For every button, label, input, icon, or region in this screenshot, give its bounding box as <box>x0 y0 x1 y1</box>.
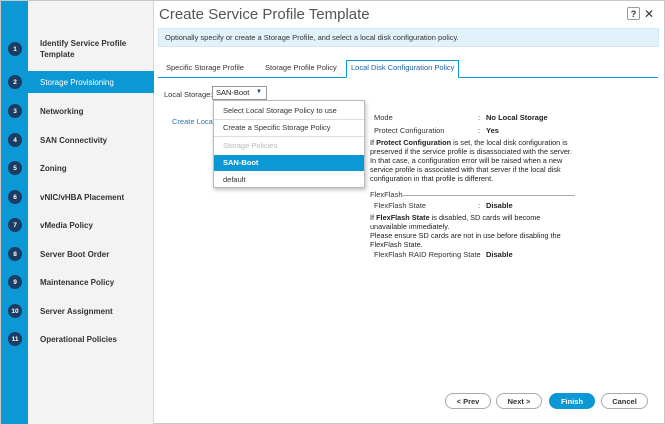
sidebar-accent-strip <box>1 1 28 424</box>
step-vmedia-policy[interactable]: 7 vMedia Policy <box>1 214 154 236</box>
next-button[interactable]: Next > <box>496 393 542 409</box>
flexflash-state-label: FlexFlash State <box>374 201 427 210</box>
mode-value: No Local Storage <box>486 113 548 122</box>
step-number-badge: 5 <box>8 161 22 175</box>
close-icon[interactable]: ✕ <box>644 8 654 20</box>
dropdown-item-san-boot[interactable]: SAN-Boot <box>214 155 364 171</box>
step-number-badge: 8 <box>8 247 22 261</box>
local-storage-label: Local Storage: <box>164 90 213 99</box>
page-title: Create Service Profile Template <box>159 6 370 23</box>
step-maintenance-policy[interactable]: 9 Maintenance Policy <box>1 271 154 293</box>
step-label: Maintenance Policy <box>40 277 115 287</box>
step-operational-policies[interactable]: 11 Operational Policies <box>1 328 154 350</box>
dropdown-item-create-specific-storage-policy[interactable]: Create a Specific Storage Policy <box>214 120 364 136</box>
local-storage-select[interactable]: SAN-Boot ▼ <box>212 86 267 100</box>
step-label: Networking <box>40 106 84 116</box>
flexflash-raid-reporting-state-separator: : <box>478 250 481 259</box>
flexflash-raid-reporting-state-label: FlexFlash RAID Reporting State <box>374 250 481 259</box>
step-number-badge: 3 <box>8 104 22 118</box>
step-label: Storage Provisioning <box>40 77 114 87</box>
section-divider <box>401 195 575 196</box>
step-label: Server Boot Order <box>40 249 110 259</box>
prev-button[interactable]: < Prev <box>445 393 491 409</box>
mode-separator: : <box>478 113 481 122</box>
flexflash-state-note: If FlexFlash State is disabled, SD cards… <box>370 213 565 231</box>
flexflash-state-warning: Please ensure SD cards are not in use be… <box>370 231 561 249</box>
protect-configuration-label: Protect Configuration <box>374 126 445 135</box>
step-storage-provisioning[interactable]: 2 Storage Provisioning <box>1 71 154 93</box>
storage-tabs: Specific Storage Profile Storage Profile… <box>158 59 658 78</box>
note-emphasis: FlexFlash State <box>376 213 430 222</box>
help-icon[interactable]: ? <box>626 7 640 20</box>
flexflash-raid-reporting-state-value: Disable <box>486 250 513 259</box>
step-number-badge: 4 <box>8 133 22 147</box>
create-service-profile-template-wizard: 1 Identify Service Profile Template 2 St… <box>0 0 665 424</box>
step-label: SAN Connectivity <box>40 135 108 145</box>
chevron-down-icon: ▼ <box>256 89 262 95</box>
step-number-badge: 11 <box>8 332 22 346</box>
step-identify-service-profile-template[interactable]: 1 Identify Service Profile Template <box>1 34 154 64</box>
step-label: vMedia Policy <box>40 220 93 230</box>
local-storage-selected-value: SAN-Boot <box>216 88 250 97</box>
dropdown-group-storage-policies: Storage Policies <box>223 141 278 150</box>
protect-configuration-value: Yes <box>486 126 499 135</box>
cancel-button[interactable]: Cancel <box>601 393 648 409</box>
protect-configuration-separator: : <box>478 126 481 135</box>
tab-local-disk-configuration-policy[interactable]: Local Disk Configuration Policy <box>346 60 460 78</box>
step-number-badge: 7 <box>8 218 22 232</box>
dropdown-item-default[interactable]: default <box>214 172 364 188</box>
step-label: Server Assignment <box>40 306 113 316</box>
flexflash-state-separator: : <box>478 201 481 210</box>
step-number-badge: 1 <box>8 42 22 56</box>
step-number-badge: 6 <box>8 190 22 204</box>
step-label: Zoning <box>40 163 67 173</box>
tab-storage-profile-policy[interactable]: Storage Profile Policy <box>261 62 341 78</box>
flexflash-section-heading: FlexFlash <box>370 190 403 199</box>
flexflash-state-value: Disable <box>486 201 513 210</box>
step-label: vNIC/vHBA Placement <box>40 192 125 202</box>
step-server-assignment[interactable]: 10 Server Assignment <box>1 300 154 322</box>
description-banner: Optionally specify or create a Storage P… <box>158 28 659 47</box>
wizard-steps-sidebar: 1 Identify Service Profile Template 2 St… <box>1 1 154 424</box>
dropdown-divider <box>214 136 364 137</box>
step-label: Identify Service Profile Template <box>40 39 127 59</box>
tab-specific-storage-profile[interactable]: Specific Storage Profile <box>162 62 248 78</box>
header-icons: ? ✕ <box>626 7 654 20</box>
step-number-badge: 10 <box>8 304 22 318</box>
step-vnic-vhba-placement[interactable]: 6 vNIC/vHBA Placement <box>1 186 154 208</box>
protect-configuration-note: If Protect Configuration is set, the loc… <box>370 138 576 183</box>
step-zoning[interactable]: 5 Zoning <box>1 157 154 179</box>
step-san-connectivity[interactable]: 4 SAN Connectivity <box>1 129 154 151</box>
mode-label: Mode <box>374 113 393 122</box>
step-networking[interactable]: 3 Networking <box>1 100 154 122</box>
note-emphasis: Protect Configuration <box>376 138 452 147</box>
step-number-badge: 9 <box>8 275 22 289</box>
local-storage-dropdown-list: Select Local Storage Policy to use Creat… <box>213 100 365 188</box>
step-label: Operational Policies <box>40 334 117 344</box>
step-server-boot-order[interactable]: 8 Server Boot Order <box>1 243 154 265</box>
create-local-disk-policy-link[interactable]: Create Loca <box>172 117 213 126</box>
dropdown-item-select-local-storage-policy[interactable]: Select Local Storage Policy to use <box>214 103 364 119</box>
finish-button[interactable]: Finish <box>549 393 595 409</box>
step-number-badge: 2 <box>8 75 22 89</box>
